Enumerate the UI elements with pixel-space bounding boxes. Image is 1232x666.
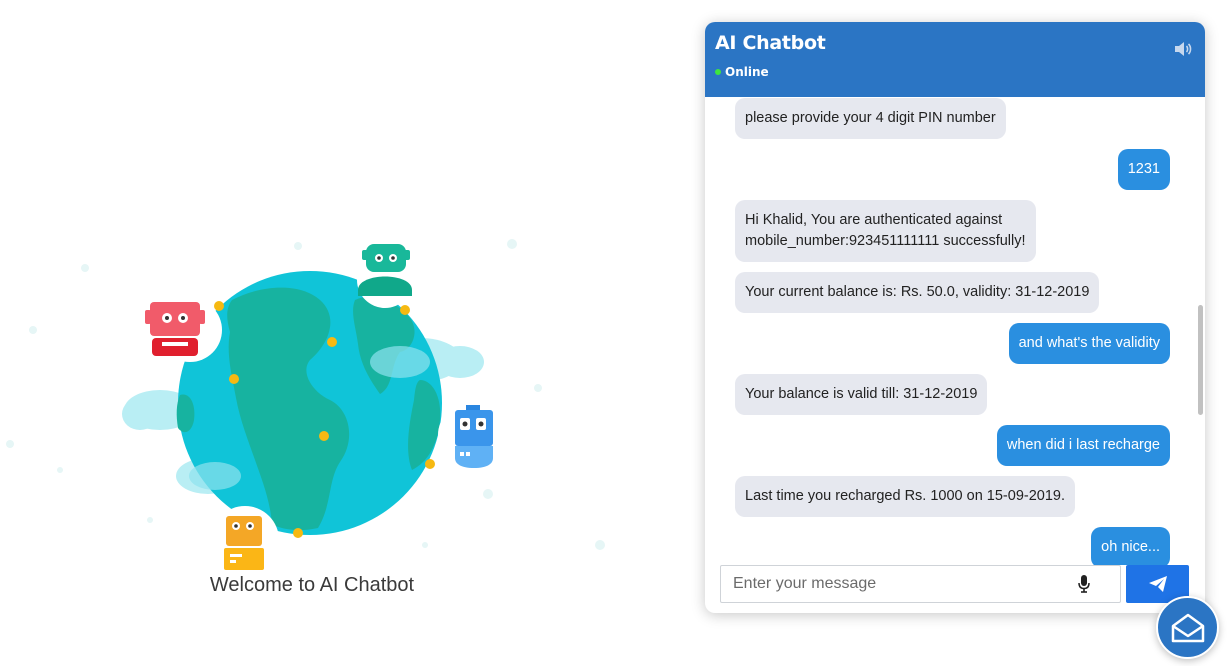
bot-message: Your current balance is: Rs. 50.0, valid…: [735, 272, 1100, 313]
chat-header: AI Chatbot Online: [705, 22, 1205, 97]
chat-title: AI Chatbot: [715, 32, 826, 54]
paper-plane-icon: [1148, 576, 1167, 592]
message-composer: [720, 565, 1190, 603]
blue-robot-icon: [455, 405, 493, 468]
chat-launcher-button[interactable]: [1156, 596, 1219, 659]
welcome-text: Welcome to AI Chatbot: [209, 574, 415, 596]
envelope-open-icon: [1171, 613, 1204, 642]
user-message: oh nice...: [1091, 527, 1170, 565]
message-list-scrollbar[interactable]: [1198, 305, 1203, 415]
page: Welcome to AI Chatbot AI Chatbot Online …: [0, 0, 1232, 666]
online-dot-icon: [715, 69, 721, 75]
user-message: when did i last recharge: [996, 425, 1170, 466]
microphone-icon[interactable]: [1078, 575, 1090, 593]
message-input[interactable]: [720, 565, 1121, 603]
bot-message-line: mobile_number:923451111111 successfully!: [745, 233, 1026, 249]
globe-illustration: [6, 239, 605, 574]
chat-widget: AI Chatbot Online please provide your 4 …: [705, 22, 1205, 613]
yellow-robot-icon: [224, 516, 264, 570]
bot-message: please provide your 4 digit PIN number: [735, 98, 1006, 139]
speaker-icon[interactable]: [1173, 40, 1193, 58]
user-message: and what's the validity: [1008, 323, 1170, 364]
bot-message-line: Hi Khalid, You are authenticated against: [745, 212, 1003, 228]
bot-message: Last time you recharged Rs. 1000 on 15-0…: [735, 476, 1076, 517]
red-robot-icon: [145, 302, 205, 356]
status-label: Online: [725, 65, 769, 79]
bot-message: Hi Khalid, You are authenticated against…: [735, 200, 1036, 262]
welcome-illustration: Welcome to AI Chatbot: [0, 0, 640, 666]
user-message: 1231: [1117, 149, 1170, 190]
bot-message: Your balance is valid till: 31-12-2019: [735, 374, 988, 415]
message-list[interactable]: please provide your 4 digit PIN number 1…: [705, 97, 1205, 565]
status-indicator: Online: [715, 65, 769, 79]
